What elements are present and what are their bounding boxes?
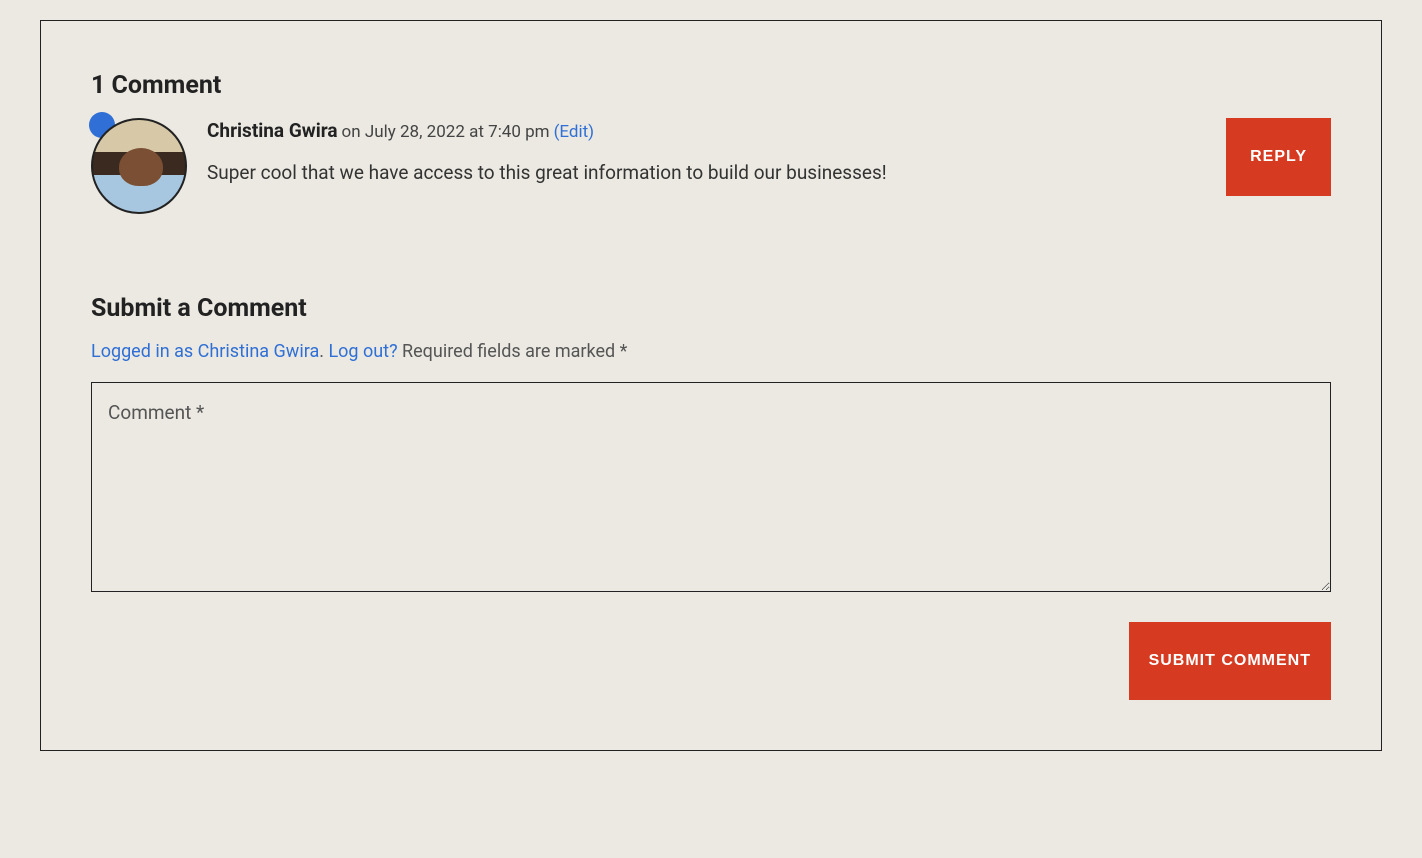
comment-text: Super cool that we have access to this g…: [207, 159, 1206, 188]
comment-author: Christina Gwira: [207, 119, 338, 142]
logged-in-user: Christina Gwira: [198, 341, 320, 362]
submit-comment-heading: Submit a Comment: [91, 294, 1331, 323]
login-status-line: Logged in as Christina Gwira. Log out? R…: [91, 341, 1331, 362]
submit-comment-button[interactable]: SUBMIT COMMENT: [1129, 622, 1331, 700]
comment-body: Christina Gwira on July 28, 2022 at 7:40…: [207, 118, 1206, 187]
comment-textarea[interactable]: [91, 382, 1331, 592]
avatar-placeholder-icon: [119, 148, 163, 186]
comment-item: Christina Gwira on July 28, 2022 at 7:40…: [91, 118, 1331, 214]
avatar: [91, 118, 187, 214]
edit-link[interactable]: (Edit): [554, 122, 595, 142]
comment-meta: Christina Gwira on July 28, 2022 at 7:40…: [207, 118, 1206, 145]
logout-link[interactable]: Log out?: [328, 341, 397, 362]
comments-panel: 1 Comment Christina Gwira on July 28, 20…: [40, 20, 1382, 751]
comment-date-prefix: on: [342, 122, 365, 142]
avatar-wrap: [91, 118, 187, 214]
reply-button[interactable]: REPLY: [1226, 118, 1331, 196]
submit-row: SUBMIT COMMENT: [91, 622, 1331, 700]
comments-heading: 1 Comment: [91, 71, 1331, 100]
comment-date: July 28, 2022 at 7:40 pm: [365, 122, 550, 142]
logged-in-as-link[interactable]: Logged in as Christina Gwira: [91, 341, 319, 362]
logged-in-prefix: Logged in as: [91, 341, 198, 362]
required-note: Required fields are marked *: [402, 341, 627, 362]
